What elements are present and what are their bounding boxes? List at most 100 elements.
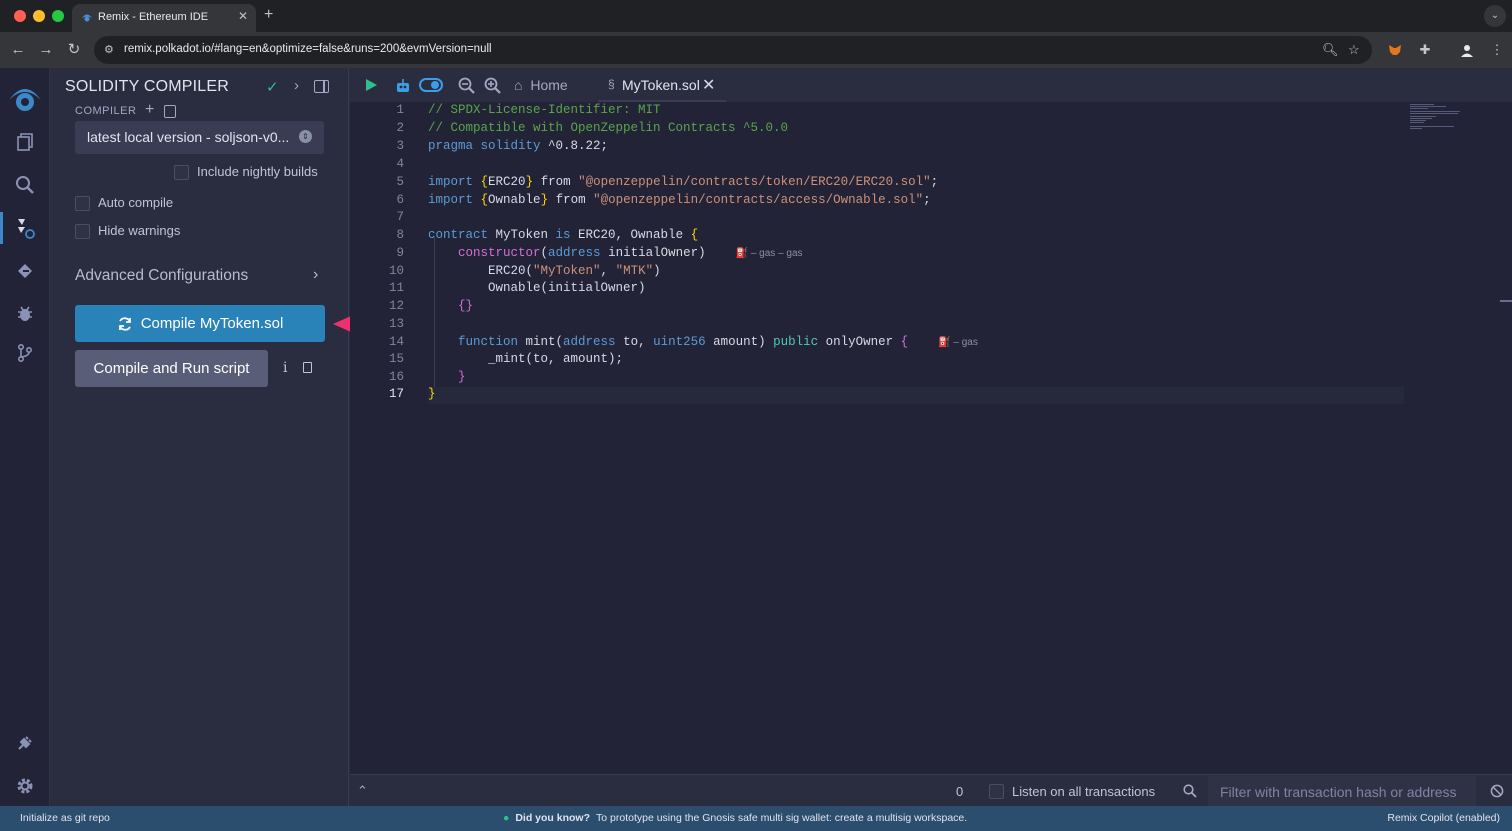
zoom-out-icon[interactable] [458,77,475,94]
git-branch-icon[interactable] [13,341,37,365]
gas-estimate-hint: ⛽ – gas [938,337,978,348]
tab-search-button[interactable]: ⌄ [1484,5,1506,27]
code-line-14[interactable]: function mint(address to, uint256 amount… [428,335,978,349]
bookmark-star-icon[interactable]: ☆ [1348,42,1360,58]
minimize-window-button[interactable] [33,10,45,22]
gas-estimate-hint: ⛽ – gas – gas [735,248,803,259]
init-git-repo-link[interactable]: Initialize as git repo [20,812,110,824]
tip-text: To prototype using the Gnosis safe multi… [596,812,968,824]
compile-and-run-button[interactable]: Compile and Run script [75,350,268,387]
back-icon[interactable]: ← [8,40,28,60]
file-explorer-icon[interactable] [13,130,37,154]
hide-warnings-checkbox[interactable] [75,224,90,239]
advanced-configurations-toggle[interactable]: Advanced Configurations [75,267,248,285]
code-line-8[interactable]: contract MyToken is ERC20, Ownable { [428,228,698,242]
add-custom-compiler-icon[interactable]: + [145,101,154,119]
auto-compile-label: Auto compile [98,195,174,210]
panel-title: SOLIDITY COMPILER [65,78,230,95]
code-line-11[interactable]: Ownable(initialOwner) [428,281,646,295]
code-line-12[interactable]: {} [428,299,473,313]
compiler-label: COMPILER [75,105,137,117]
chevron-right-icon[interactable]: › [294,77,299,94]
minimap[interactable] [1404,102,1512,774]
browser-menu-icon[interactable]: ⋮ [1488,42,1506,60]
include-nightly-label: Include nightly builds [197,164,318,179]
compiler-version-select[interactable]: latest local version - soljson-v0... ⇕ [75,121,324,154]
code-line-17[interactable]: } [428,387,1404,404]
ai-toggle-icon[interactable] [419,77,443,93]
solidity-compiler-icon[interactable] [13,216,37,240]
line-number: 3 [396,139,404,153]
close-window-button[interactable] [14,10,26,22]
plugin-manager-icon[interactable] [13,731,37,755]
line-number: 7 [396,210,404,224]
remix-logo-icon[interactable] [5,78,45,118]
comment-token: // SPDX-License-Identifier: MIT [428,103,661,117]
search-icon[interactable] [13,173,37,197]
line-number-gutter: 1 2 3 4 5 6 7 8 9 10 11 12 13 14 15 16 17 [350,102,428,774]
chevron-right-icon[interactable]: › [313,266,318,284]
code-line-5[interactable]: import {ERC20} from "@openzeppelin/contr… [428,175,938,189]
extensions-puzzle-icon[interactable]: ✚ [1416,42,1434,60]
profile-avatar-icon[interactable] [1458,42,1476,60]
expand-terminal-icon[interactable]: ⌃ [357,783,368,799]
code-line-16[interactable]: } [428,370,466,384]
include-nightly-checkbox[interactable] [174,165,189,180]
lightbulb-icon: ● [503,812,510,824]
copy-icon[interactable] [303,362,312,373]
maximize-window-button[interactable] [52,10,64,22]
tip-prefix: Did you know? [515,812,591,824]
metamask-extension-icon[interactable] [1386,42,1404,60]
zoom-icon[interactable]: 🔍︎ [1322,42,1339,58]
settings-gear-icon[interactable] [13,774,37,798]
code-line-1[interactable]: // SPDX-License-Identifier: MIT [428,103,661,117]
listen-all-transactions-checkbox[interactable] [989,784,1004,799]
terminal-toolbar: ⌃ 0 Listen on all transactions Filter wi… [350,774,1512,807]
code-line-2[interactable]: // Compatible with OpenZeppelin Contract… [428,121,788,135]
solidity-compiler-panel: SOLIDITY COMPILER ✓ › COMPILER + latest … [51,68,349,806]
clear-console-icon[interactable] [1490,784,1504,798]
editor-tab-bar: ⌂ Home § MyToken.sol ✕ [350,68,1512,102]
browser-tab-title: Remix - Ethereum IDE [98,11,209,23]
address-bar[interactable]: ⚙ remix.polkadot.io/#lang=en&optimize=fa… [94,36,1372,64]
did-you-know-tip: ● Did you know? To prototype using the Gno… [503,812,967,824]
dock-panel-icon[interactable] [314,80,329,93]
tab-mytoken-sol[interactable]: § MyToken.sol ✕ [598,68,726,102]
remix-copilot-status[interactable]: Remix Copilot (enabled) [1387,812,1500,824]
auto-compile-checkbox[interactable] [75,196,90,211]
code-line-9[interactable]: constructor(address initialOwner) ⛽ – ga… [428,246,803,260]
line-number: 8 [396,228,404,242]
code-content[interactable]: // SPDX-License-Identifier: MIT // Compa… [428,102,1404,774]
info-icon[interactable]: i [283,360,287,376]
file-tab-label: MyToken.sol [622,77,700,93]
code-line-15[interactable]: _mint(to, amount); [428,352,623,366]
zoom-in-icon[interactable] [484,77,501,94]
code-line-6[interactable]: import {Ownable} from "@openzeppelin/con… [428,193,931,207]
verified-check-icon: ✓ [266,79,279,96]
load-compiler-icon[interactable] [164,105,176,118]
run-play-icon[interactable] [363,77,379,93]
deploy-run-icon[interactable] [13,259,37,283]
new-tab-button[interactable]: + [264,6,273,24]
code-line-3[interactable]: pragma solidity ^0.8.22; [428,139,608,153]
close-tab-icon[interactable]: ✕ [702,75,715,95]
debugger-bug-icon[interactable] [13,302,37,326]
site-settings-icon[interactable]: ⚙ [104,43,118,57]
select-arrows-icon: ⇕ [299,130,312,143]
forward-icon[interactable]: → [36,40,56,60]
code-editor[interactable]: 1 2 3 4 5 6 7 8 9 10 11 12 13 14 15 16 17 // SPDX-Licens… [350,102,1512,774]
solidity-file-icon: § [608,77,615,91]
ai-robot-icon[interactable] [394,77,412,95]
line-number: 6 [396,193,404,207]
reload-icon[interactable]: ↻ [64,40,84,60]
listen-all-transactions-label: Listen on all transactions [1012,784,1156,799]
transaction-filter-input[interactable]: Filter with transaction hash or address [1208,776,1476,807]
tab-home[interactable]: ⌂ Home [514,77,568,93]
close-tab-icon[interactable]: ✕ [238,9,248,23]
active-plugin-indicator [0,212,3,244]
compile-button[interactable]: Compile MyToken.sol [75,305,325,342]
line-number: 11 [388,281,404,295]
code-line-10[interactable]: ERC20("MyToken", "MTK") [428,264,661,278]
browser-tab-remix[interactable]: Remix - Ethereum IDE ✕ [72,4,256,32]
browser-toolbar: ← → ↻ ⚙ remix.polkadot.io/#lang=en&optim… [0,32,1512,68]
